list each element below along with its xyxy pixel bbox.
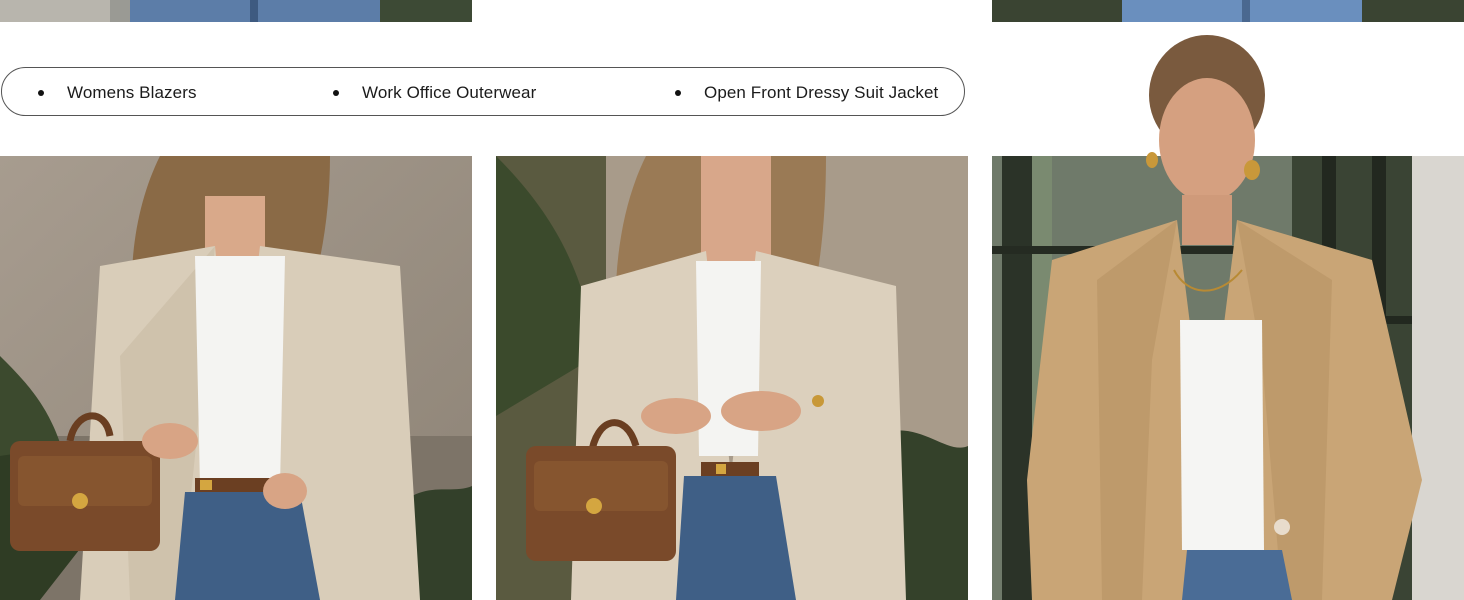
photo-model-beige-blazer-left (0, 156, 472, 600)
photo-model-khaki-blazer-right (992, 30, 1464, 600)
photo-top-left-crop (0, 0, 472, 22)
photo-top-right-crop (992, 0, 1464, 22)
bullet-icon (675, 89, 681, 96)
keyword-label: Womens Blazers (67, 82, 197, 102)
bullet-icon (38, 89, 44, 96)
product-banner: Womens Blazers Work Office Outerwear Ope… (0, 0, 1464, 600)
keyword-tag: Womens Blazers (38, 68, 197, 117)
keyword-label: Work Office Outerwear (362, 82, 537, 102)
keyword-tag: Open Front Dressy Suit Jacket (675, 68, 938, 117)
bullet-icon (333, 89, 339, 96)
keyword-label: Open Front Dressy Suit Jacket (704, 82, 939, 102)
keyword-tags-bar: Womens Blazers Work Office Outerwear Ope… (1, 67, 965, 116)
keyword-tag: Work Office Outerwear (333, 68, 536, 117)
photo-model-beige-blazer-center (496, 156, 968, 600)
